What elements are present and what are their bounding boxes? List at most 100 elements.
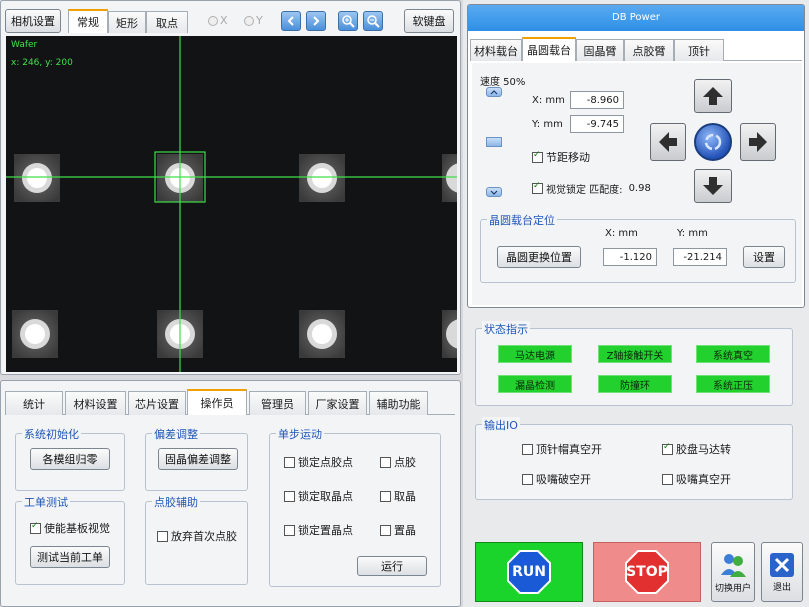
tab-chip-settings[interactable]: 芯片设置 (128, 391, 186, 415)
group-title: 输出IO (482, 417, 520, 433)
group-system-init: 系统初始化 各模组归零 (15, 426, 125, 491)
tab-wafer-stage[interactable]: 晶圆载台 (522, 37, 576, 61)
lock-dispense-point-checkbox[interactable]: 锁定点胶点 (284, 454, 353, 470)
place-checkbox[interactable]: 置晶 (380, 522, 416, 538)
jog-left-button[interactable] (650, 123, 686, 161)
stop-label: STOP (626, 564, 668, 580)
zoom-out-button[interactable] (363, 11, 383, 31)
tab-auxiliary[interactable]: 辅助功能 (369, 391, 428, 415)
speed-down-button[interactable] (486, 187, 502, 197)
group-title: 点胶辅助 (152, 494, 200, 510)
group-title: 工单测试 (22, 494, 70, 510)
chevron-right-icon (313, 16, 320, 26)
speed-level-indicator (486, 137, 502, 147)
radio-y[interactable]: Y (244, 14, 263, 27)
wafer-change-position-button[interactable]: 晶圆更换位置 (497, 246, 581, 268)
tab-material-stage[interactable]: 材料载台 (470, 39, 522, 61)
operator-panel: 统计 材料设置 芯片设置 操作员 管理员 厂家设置 辅助功能 系统初始化 各模组… (0, 380, 461, 607)
group-title: 系统初始化 (22, 426, 81, 442)
camera-view[interactable]: Wafer x: 246, y: 200 (6, 36, 457, 372)
db-tabs: 材料载台 晶圆载台 固晶臂 点胶臂 顶针 (470, 37, 802, 61)
tab-ejector[interactable]: 顶针 (674, 39, 724, 61)
stop-button[interactable]: STOP (593, 542, 701, 602)
lock-pick-point-checkbox[interactable]: 锁定取晶点 (284, 488, 353, 504)
crosshair (6, 36, 457, 372)
run-button[interactable]: RUN (475, 542, 583, 602)
arrow-right-icon (749, 132, 767, 152)
camera-image (6, 36, 457, 372)
status-collision-ring: 防撞环 (598, 375, 672, 393)
tab-vendor-settings[interactable]: 厂家设置 (308, 391, 367, 415)
tab-statistics[interactable]: 统计 (5, 391, 63, 415)
group-single-step: 单步运动 锁定点胶点 锁定取晶点 锁定置晶点 点胶 取晶 置晶 运行 (269, 426, 441, 587)
status-leak-detection: 漏晶检测 (498, 375, 572, 393)
vision-lock-checkbox[interactable]: 视觉锁定 匹配度:0.98 (532, 181, 651, 196)
pick-checkbox[interactable]: 取晶 (380, 488, 416, 504)
tab-material-settings[interactable]: 材料设置 (65, 391, 126, 415)
exit-button[interactable]: 退出 (761, 542, 803, 602)
camera-settings-button[interactable]: 相机设置 (5, 9, 61, 33)
lock-place-point-checkbox[interactable]: 锁定置晶点 (284, 522, 353, 538)
tab-pick-point[interactable]: 取点 (146, 11, 188, 33)
tab-dispense-arm[interactable]: 点胶臂 (624, 39, 674, 61)
status-system-vacuum: 系统真空 (696, 345, 770, 363)
bond-offset-adjust-button[interactable]: 固晶偏差调整 (158, 448, 238, 470)
wafer-y-field[interactable]: -21.214 (673, 248, 727, 266)
home-all-modules-button[interactable]: 各模组归零 (30, 448, 110, 470)
jog-up-button[interactable] (694, 79, 732, 113)
tab-admin[interactable]: 管理员 (249, 391, 306, 415)
window-title-bar: DB Power (468, 5, 804, 31)
enable-substrate-vision-checkbox[interactable]: 使能基板视觉 (30, 520, 110, 536)
radio-y-label: Y (256, 14, 263, 27)
overlay-coords: x: 246, y: 200 (11, 58, 73, 68)
jog-right-button[interactable] (740, 123, 776, 161)
jog-down-button[interactable] (694, 169, 732, 203)
io-glue-disk-motor[interactable]: 胶盘马达转 (662, 441, 731, 457)
overlay-title: Wafer (11, 40, 38, 50)
radio-x-label: X (220, 14, 228, 27)
y-position-field[interactable]: -9.745 (570, 115, 624, 133)
bottom-tabs: 统计 材料设置 芯片设置 操作员 管理员 厂家设置 辅助功能 (5, 389, 455, 415)
next-button[interactable] (306, 11, 326, 31)
jog-home-button[interactable] (694, 123, 732, 161)
radio-x[interactable]: X (208, 14, 228, 27)
group-output-io: 输出IO 顶针帽真空开 胶盘马达转 吸嘴破空开 吸嘴真空开 (475, 417, 793, 500)
zoom-in-button[interactable] (338, 11, 358, 31)
wafer-set-button[interactable]: 设置 (743, 246, 785, 268)
status-z-contact-switch: Z轴接触开关 (598, 345, 672, 363)
switch-user-button[interactable]: 切换用户 (711, 542, 755, 602)
wafer-x-field[interactable]: -1.120 (603, 248, 657, 266)
io-nozzle-vacuum[interactable]: 吸嘴真空开 (662, 471, 731, 487)
pitch-move-checkbox[interactable]: 节距移动 (532, 149, 590, 165)
speed-label: 速度 50% (480, 77, 526, 88)
close-icon (770, 552, 794, 577)
group-title: 偏差调整 (152, 426, 200, 442)
zoom-out-icon (367, 15, 380, 28)
chevron-left-icon (287, 16, 294, 26)
users-icon (721, 553, 746, 577)
x-position-field[interactable]: -8.960 (570, 91, 624, 109)
run-step-button[interactable]: 运行 (357, 556, 427, 576)
io-ejector-cap-vacuum[interactable]: 顶针帽真空开 (522, 441, 602, 457)
group-dispense-aux: 点胶辅助 放弃首次点胶 (145, 494, 248, 585)
skip-first-dispense-checkbox[interactable]: 放弃首次点胶 (157, 528, 237, 544)
soft-keyboard-button[interactable]: 软键盘 (404, 9, 454, 33)
tab-bond-arm[interactable]: 固晶臂 (576, 39, 624, 61)
tab-normal[interactable]: 常规 (68, 9, 108, 33)
recycle-icon (704, 133, 722, 151)
tab-operator[interactable]: 操作员 (187, 389, 247, 415)
prev-button[interactable] (281, 11, 301, 31)
group-title: 晶圆载台定位 (487, 212, 557, 228)
speed-up-button[interactable] (486, 87, 502, 97)
db-power-window: DB Power 材料载台 晶圆载台 固晶臂 点胶臂 顶针 速度 50% X: … (467, 4, 805, 308)
dispense-checkbox[interactable]: 点胶 (380, 454, 416, 470)
die-pattern (12, 154, 457, 358)
io-nozzle-blow-off[interactable]: 吸嘴破空开 (522, 471, 591, 487)
tab-rectangle[interactable]: 矩形 (108, 11, 146, 33)
wafer-y-label: Y: mm (677, 228, 708, 239)
status-motor-power: 马达电源 (498, 345, 572, 363)
exit-label: 退出 (772, 582, 791, 593)
right-column: DB Power 材料载台 晶圆载台 固晶臂 点胶臂 顶针 速度 50% X: … (463, 0, 809, 607)
test-current-order-button[interactable]: 测试当前工单 (30, 546, 110, 568)
radio-x-dot (208, 15, 218, 26)
